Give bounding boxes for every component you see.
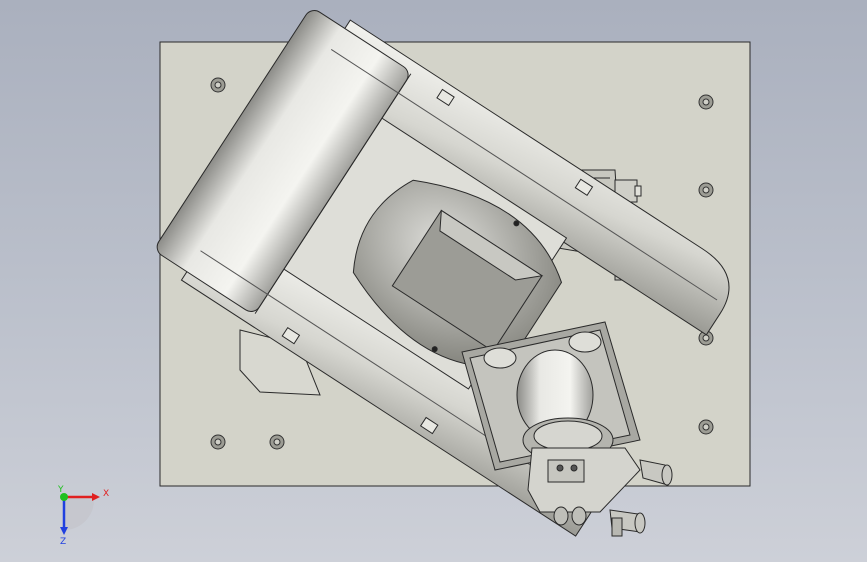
graphics-viewport[interactable]: X Y Z <box>0 0 867 562</box>
z-axis-label: Z <box>60 537 66 547</box>
x-axis-label: X <box>103 489 109 499</box>
orientation-triad[interactable]: X Y Z <box>57 485 109 547</box>
z-arrow-head <box>60 527 68 535</box>
triad-plane <box>64 497 94 530</box>
x-arrow-head <box>92 493 100 501</box>
y-axis-label: Y <box>57 485 64 495</box>
cad-model-view[interactable]: X Y Z <box>0 0 867 562</box>
